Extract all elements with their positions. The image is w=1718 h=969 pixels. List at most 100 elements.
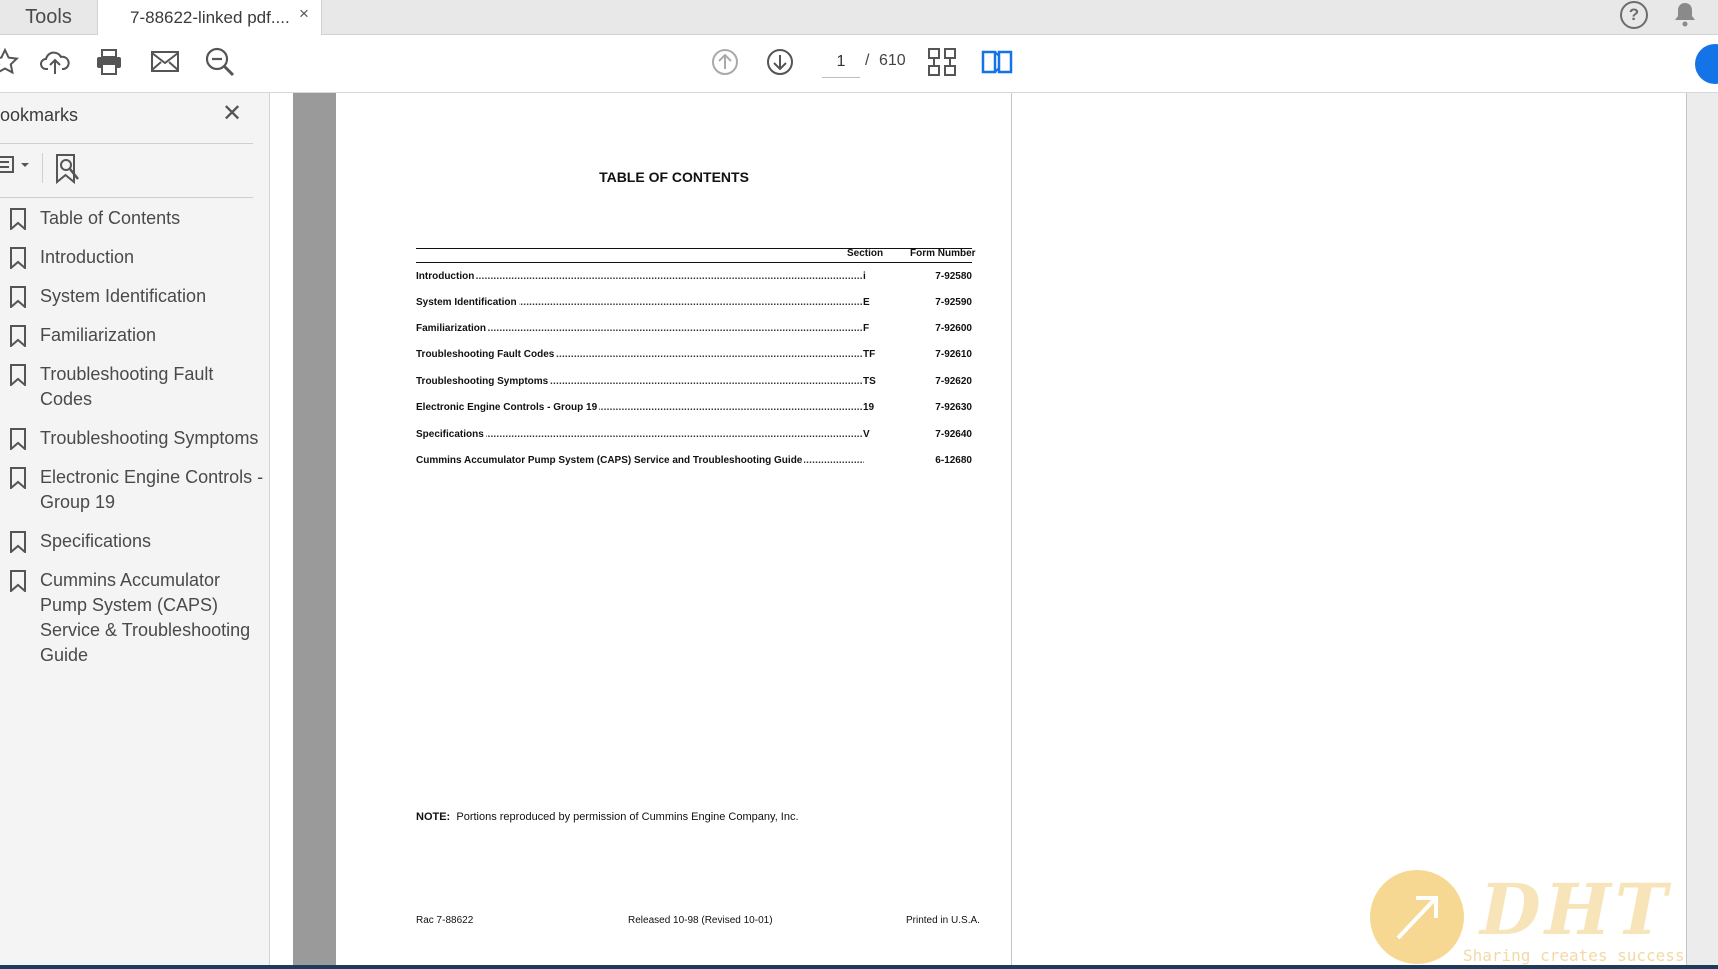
toc-entry-name: Familiarization xyxy=(416,323,489,334)
toc-row[interactable]: ........................................… xyxy=(416,271,972,285)
bookmark-icon xyxy=(10,325,26,347)
toc-entry-form: 7-92640 xyxy=(935,429,972,440)
bookmark-label: Specifications xyxy=(40,531,152,551)
bookmark-icon xyxy=(10,286,26,308)
divider xyxy=(0,143,253,144)
star-icon[interactable] xyxy=(0,45,22,79)
fit-page-icon[interactable] xyxy=(925,45,959,79)
bookmark-label: Troubleshooting Symptoms xyxy=(40,428,259,448)
toc-entry-name: Introduction xyxy=(416,271,477,282)
page-number-input[interactable]: 1 xyxy=(822,46,860,78)
bookmark-icon xyxy=(10,531,26,553)
toc-entry-form: 7-92620 xyxy=(935,376,972,387)
page-gutter xyxy=(293,93,336,967)
toc-entry-section: E xyxy=(862,297,870,308)
mail-icon[interactable] xyxy=(148,45,182,79)
toc-entry-name: Cummins Accumulator Pump System (CAPS) S… xyxy=(416,455,805,466)
toc-rule xyxy=(416,262,972,263)
toc-title: TABLE OF CONTENTS xyxy=(599,169,749,185)
bookmark-label: Electronic Engine Controls - Group 19 xyxy=(40,467,264,512)
toc-rule xyxy=(416,248,972,249)
cloud-upload-icon[interactable] xyxy=(38,45,72,79)
bookmark-icon xyxy=(10,570,26,592)
close-panel-icon[interactable]: ✕ xyxy=(222,99,242,128)
divider xyxy=(42,153,43,183)
toc-row[interactable]: ........................................… xyxy=(416,323,972,337)
bookmark-item[interactable]: Troubleshooting Fault Codes xyxy=(0,362,265,412)
bookmark-icon xyxy=(10,247,26,269)
watermark-logo: DHT xyxy=(1480,868,1671,951)
page-total: 610 xyxy=(879,52,906,69)
note: NOTE: Portions reproduced by permission … xyxy=(416,811,799,823)
bookmark-icon xyxy=(10,428,26,450)
bookmark-icon xyxy=(10,467,26,489)
bookmark-label: Cummins Accumulator Pump System (CAPS) S… xyxy=(40,570,251,665)
toc-row[interactable]: ........................................… xyxy=(416,429,972,443)
tab-document[interactable]: 7-88622-linked pdf.... xyxy=(97,0,322,36)
bookmark-item[interactable]: System Identification xyxy=(0,284,265,309)
page-up-icon[interactable] xyxy=(708,45,742,79)
tab-tools[interactable]: Tools xyxy=(0,0,97,35)
toc-entry-form: 6-12680 xyxy=(935,455,972,466)
toc-row[interactable]: ........................................… xyxy=(416,455,972,469)
find-bookmark-icon[interactable] xyxy=(54,153,82,190)
toc-entry-name: System Identification xyxy=(416,297,519,308)
options-menu-icon[interactable] xyxy=(0,155,32,180)
bookmark-item[interactable]: Introduction xyxy=(0,245,265,270)
bookmark-label: Introduction xyxy=(40,247,135,267)
panel-title: ookmarks xyxy=(0,105,79,125)
bookmark-item[interactable]: Electronic Engine Controls - Group 19 xyxy=(0,465,265,515)
toc-entry-section: V xyxy=(862,429,870,440)
toc-entry-section: F xyxy=(862,323,870,334)
toc-entry-form: 7-92610 xyxy=(935,349,972,360)
bookmark-label: Troubleshooting Fault Codes xyxy=(40,364,214,409)
account-avatar[interactable] xyxy=(1695,44,1718,84)
next-page-edge xyxy=(1686,93,1718,967)
divider xyxy=(0,197,253,198)
toc-entry-section: TF xyxy=(862,349,876,360)
note-text: Portions reproduced by permission of Cum… xyxy=(456,811,799,823)
leader-dots: ........................................… xyxy=(416,271,864,282)
tab-document-label: 7-88622-linked pdf.... xyxy=(130,8,290,27)
toc-entry-section: i xyxy=(862,271,866,282)
bookmark-item[interactable]: Specifications xyxy=(0,529,265,554)
bookmark-item[interactable]: Familiarization xyxy=(0,323,265,348)
tab-close-icon[interactable]: × xyxy=(299,4,309,24)
tab-bar: Tools 7-88622-linked pdf.... × ? xyxy=(0,0,1718,36)
toc-entry-form: 7-92600 xyxy=(935,323,972,334)
toc-entry-name: Troubleshooting Fault Codes xyxy=(416,349,557,360)
bell-icon[interactable] xyxy=(1673,1,1697,32)
help-icon[interactable]: ? xyxy=(1620,1,1648,29)
footer-mid: Released 10-98 (Revised 10-01) xyxy=(628,915,773,926)
document-page: TABLE OF CONTENTS Section Form Number ..… xyxy=(336,93,1012,967)
toc-row[interactable]: ........................................… xyxy=(416,376,972,390)
bookmarks-panel: ookmarks ✕ Table of Contents Introductio… xyxy=(0,93,270,969)
bookmark-icon xyxy=(10,208,26,230)
zoom-out-icon[interactable] xyxy=(203,45,237,79)
bookmark-item[interactable]: Cummins Accumulator Pump System (CAPS) S… xyxy=(0,568,265,668)
watermark-tagline: Sharing creates success xyxy=(1463,946,1685,965)
toc-entry-section: TS xyxy=(862,376,876,387)
bookmark-label: System Identification xyxy=(40,286,207,306)
footer-left: Rac 7-88622 xyxy=(416,915,474,926)
toc-header-form: Form Number xyxy=(910,248,976,259)
toc-row[interactable]: ........................................… xyxy=(416,349,972,363)
bookmark-label: Table of Contents xyxy=(40,208,181,228)
toc-row[interactable]: ........................................… xyxy=(416,402,972,416)
bookmark-item[interactable]: Troubleshooting Symptoms xyxy=(0,426,265,451)
page-separator: / xyxy=(865,52,870,69)
footer-right: Printed in U.S.A. xyxy=(906,915,980,926)
print-icon[interactable] xyxy=(92,45,126,79)
bookmark-list: Table of Contents Introduction System Id… xyxy=(0,206,265,682)
bookmark-label: Familiarization xyxy=(40,325,157,345)
watermark-arrow-icon xyxy=(1370,870,1464,964)
toc-entry-form: 7-92590 xyxy=(935,297,972,308)
toc-entry-form: 7-92630 xyxy=(935,402,972,413)
two-page-view-icon[interactable] xyxy=(980,45,1014,79)
toc-header-section: Section xyxy=(847,248,884,259)
toc-row[interactable]: ........................................… xyxy=(416,297,972,311)
bookmark-item[interactable]: Table of Contents xyxy=(0,206,265,231)
bookmark-icon xyxy=(10,364,26,386)
toc-entry-name: Electronic Engine Controls - Group 19 xyxy=(416,402,600,413)
page-down-icon[interactable] xyxy=(763,45,797,79)
